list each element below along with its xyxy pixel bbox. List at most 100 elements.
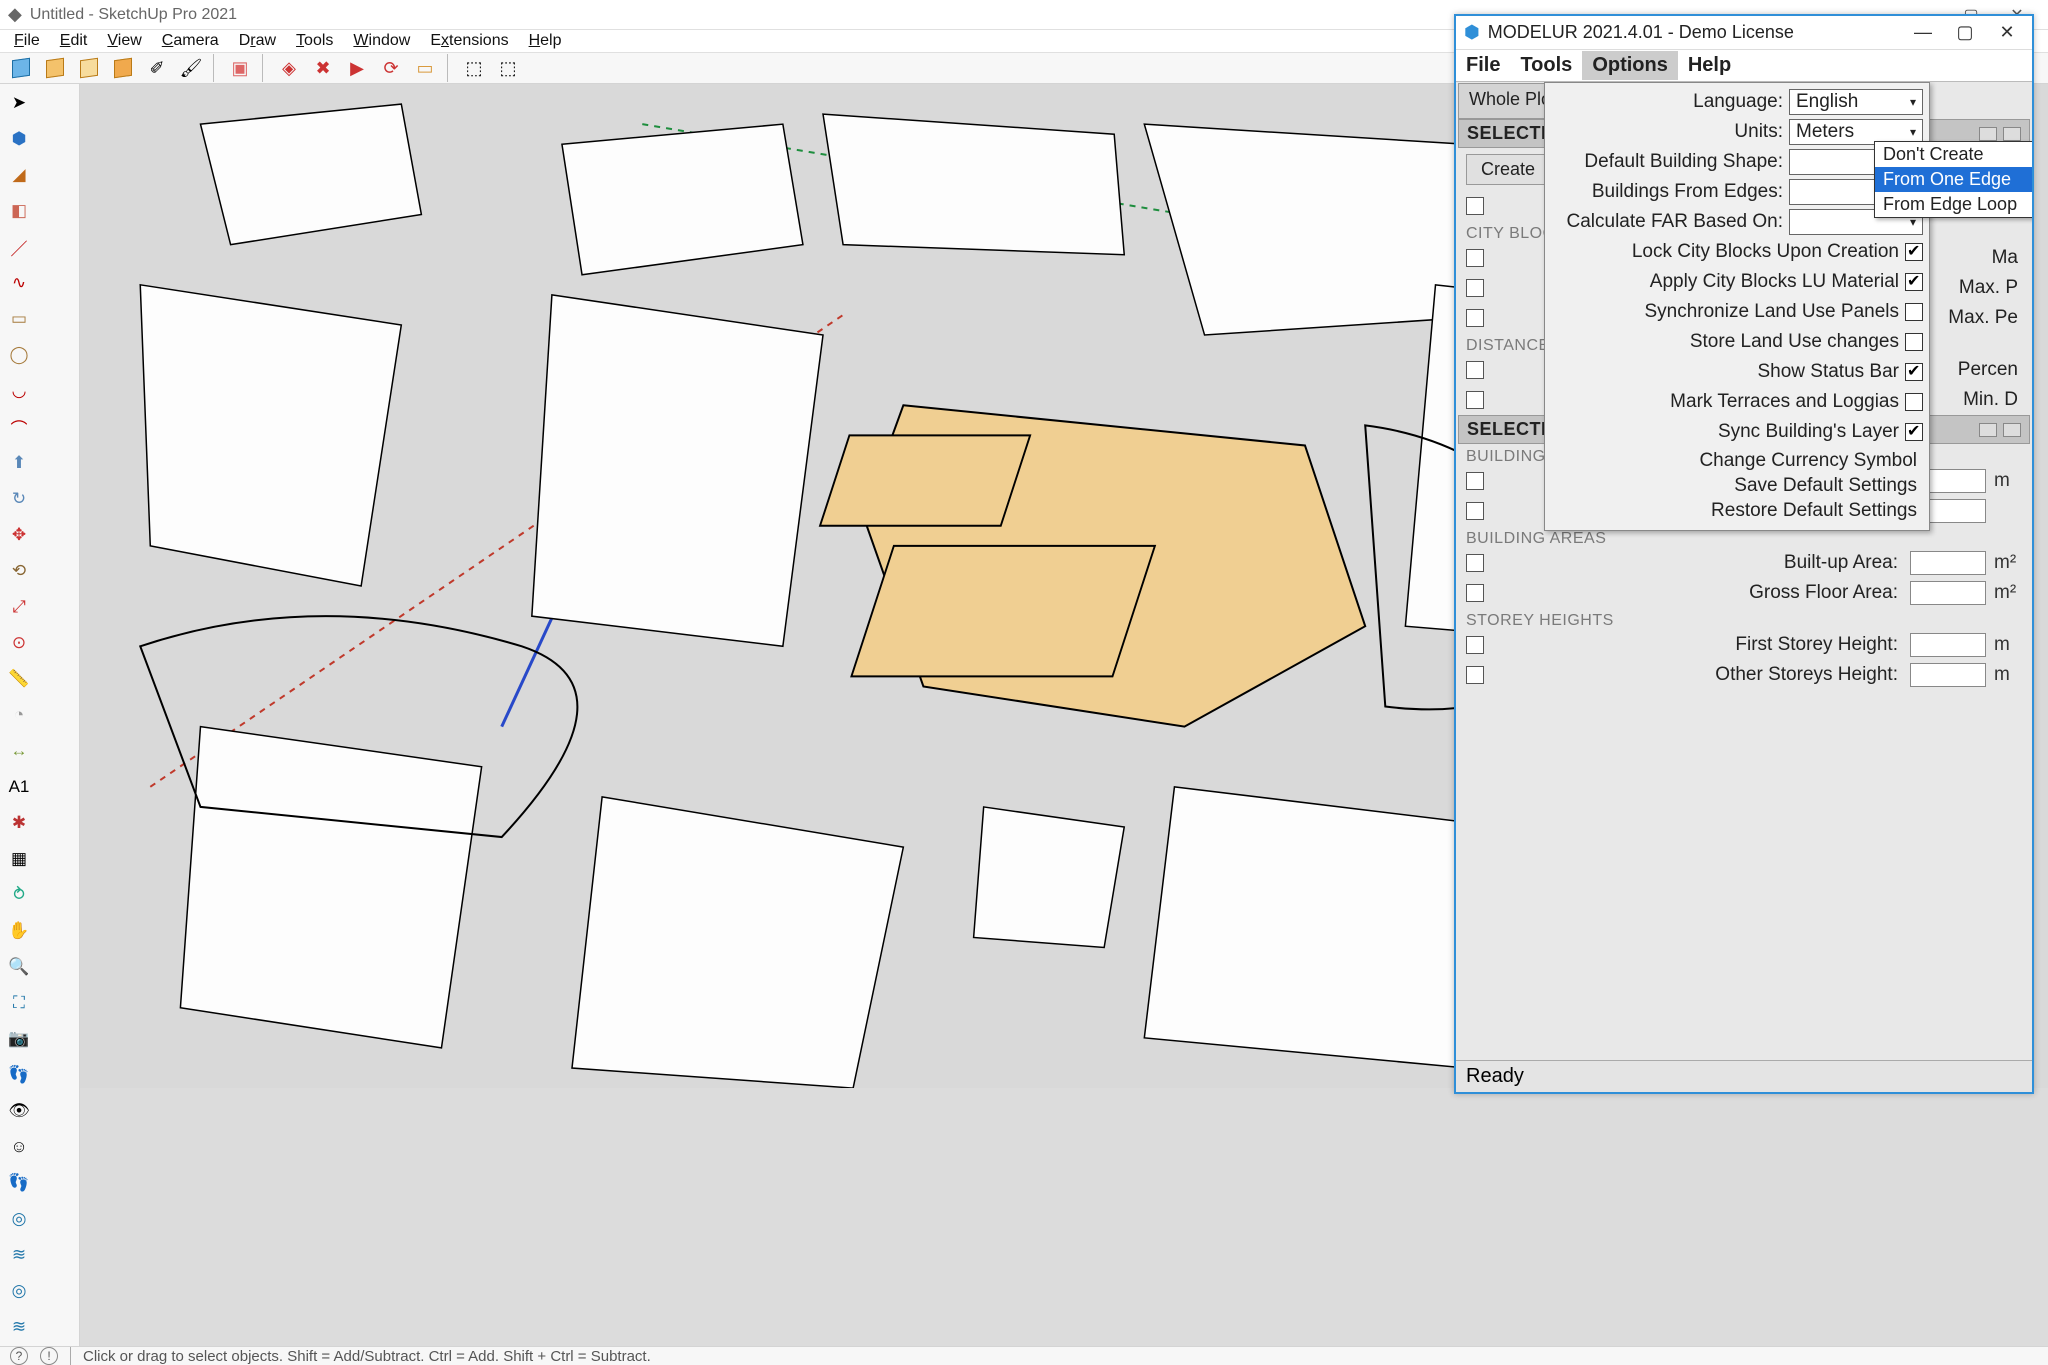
tool-look-icon[interactable]: 👁	[1, 1095, 37, 1127]
opt-synclayer-checkbox[interactable]	[1905, 423, 1923, 441]
toolbar-flag-icon[interactable]: ▶	[342, 53, 372, 83]
opt-markterr-checkbox[interactable]	[1905, 393, 1923, 411]
plugin-minimize-button[interactable]: —	[1906, 21, 1940, 45]
opt-save-defaults[interactable]: Save Default Settings	[1551, 472, 1923, 497]
tool-dimension-icon[interactable]: ↔	[1, 735, 37, 767]
tool-move-icon[interactable]: ✥	[1, 519, 37, 551]
menu-window[interactable]: Window	[345, 30, 418, 52]
input-gfa[interactable]	[1910, 581, 1986, 605]
tool-freehand-icon[interactable]: ∿	[1, 267, 37, 299]
opt-change-currency[interactable]: Change Currency Symbol	[1551, 447, 1923, 472]
menu-extensions[interactable]: Extensions	[422, 30, 516, 52]
tool-text-icon[interactable]: A1	[1, 771, 37, 803]
checkbox-gfa[interactable]	[1466, 584, 1484, 602]
menu-tools[interactable]: Tools	[288, 30, 341, 52]
plugin-menu-file[interactable]: File	[1456, 51, 1510, 80]
plugin-close-button[interactable]: ✕	[1990, 21, 2024, 45]
dd-item-from-one-edge[interactable]: From One Edge	[1875, 167, 2032, 192]
menu-view[interactable]: View	[99, 30, 149, 52]
tool-zoom-icon[interactable]: 🔍	[1, 951, 37, 983]
menu-camera[interactable]: Camera	[154, 30, 227, 52]
tool-eraser-icon[interactable]: ◧	[1, 195, 37, 227]
tool-axes-icon[interactable]: ✱	[1, 807, 37, 839]
toolbar-modelur-icon[interactable]	[6, 53, 36, 83]
checkbox-max1[interactable]	[1466, 249, 1484, 267]
checkbox-max2[interactable]	[1466, 279, 1484, 297]
toolbar-cube1[interactable]	[40, 53, 70, 83]
checkbox-percen[interactable]	[1466, 361, 1484, 379]
checkbox-firststorey[interactable]	[1466, 636, 1484, 654]
tool-component-icon[interactable]: ⬢	[1, 123, 37, 155]
toolbar-ext2-icon[interactable]: ⬚	[493, 53, 523, 83]
status-icon2[interactable]: !	[40, 1347, 58, 1365]
tool-orbit-icon[interactable]: ⥁	[1, 879, 37, 911]
tool-pushpull-icon[interactable]: ⬆	[1, 447, 37, 479]
tool-select-icon[interactable]: ➤	[1, 87, 37, 119]
tool-person-icon[interactable]: ☺	[1, 1131, 37, 1163]
plugin-menu-help[interactable]: Help	[1678, 51, 1741, 80]
tool-wave2-icon[interactable]: ≋	[1, 1311, 37, 1343]
plugin-menu-options[interactable]: Options	[1582, 51, 1678, 80]
menu-help[interactable]: Help	[521, 30, 570, 52]
section2-collapse-icon[interactable]	[1979, 423, 1997, 437]
checkbox-otherstorey[interactable]	[1466, 666, 1484, 684]
tool-pan-icon[interactable]: ✋	[1, 915, 37, 947]
opt-applylu-checkbox[interactable]	[1905, 273, 1923, 291]
opt-restore-defaults[interactable]: Restore Default Settings	[1551, 497, 1923, 522]
menu-edit[interactable]: Edit	[52, 30, 96, 52]
toolbar-brush-icon[interactable]: 🖌	[176, 53, 206, 83]
checkbox-mind[interactable]	[1466, 391, 1484, 409]
checkbox-storeys[interactable]	[1466, 502, 1484, 520]
tool-zoomext-icon[interactable]: ⛶	[1, 987, 37, 1019]
tool-followme-icon[interactable]: ↻	[1, 483, 37, 515]
checkbox-max3[interactable]	[1466, 309, 1484, 327]
menu-draw[interactable]: Draw	[231, 30, 284, 52]
opt-showstatus-checkbox[interactable]	[1905, 363, 1923, 381]
status-icon1[interactable]: ?	[10, 1347, 28, 1365]
plugin-menu-tools[interactable]: Tools	[1510, 51, 1582, 80]
section-collapse-icon[interactable]	[1979, 127, 1997, 141]
input-firststorey[interactable]	[1910, 633, 1986, 657]
tool-arc-icon[interactable]: ◡	[1, 375, 37, 407]
toolbar-book-icon[interactable]: ▭	[410, 53, 440, 83]
tool-rectangle-icon[interactable]: ▭	[1, 303, 37, 335]
tool-offset-icon[interactable]: ⊙	[1, 627, 37, 659]
section2-collapse2-icon[interactable]	[2003, 423, 2021, 437]
dd-item-dont-create[interactable]: Don't Create	[1875, 142, 2032, 167]
tool-feet-icon[interactable]: 👣	[1, 1167, 37, 1199]
toolbar-diamond-icon[interactable]: ◈	[274, 53, 304, 83]
tool-circle-icon[interactable]: ◯	[1, 339, 37, 371]
opt-lock-checkbox[interactable]	[1905, 243, 1923, 261]
toolbar-cube2[interactable]	[74, 53, 104, 83]
toolbar-blocks-icon[interactable]: ▣	[225, 53, 255, 83]
section-collapse2-icon[interactable]	[2003, 127, 2021, 141]
tool-section-icon[interactable]: ▦	[1, 843, 37, 875]
toolbar-ext1-icon[interactable]: ⬚	[459, 53, 489, 83]
opt-syncpanels-checkbox[interactable]	[1905, 303, 1923, 321]
tool-ext-icon[interactable]: ◎	[1, 1275, 37, 1307]
menu-file[interactable]: File	[6, 30, 48, 52]
checkbox-builtup[interactable]	[1466, 554, 1484, 572]
checkbox-cityblock[interactable]	[1466, 197, 1484, 215]
checkbox-bheight[interactable]	[1466, 472, 1484, 490]
toolbar-eyedropper-icon[interactable]: ✐	[142, 53, 172, 83]
tool-paint-icon[interactable]: ◢	[1, 159, 37, 191]
toolbar-refresh-icon[interactable]: ⟳	[376, 53, 406, 83]
dd-item-from-edge-loop[interactable]: From Edge Loop	[1875, 192, 2032, 217]
tool-walk-icon[interactable]: 👣	[1, 1059, 37, 1091]
plugin-maximize-button[interactable]: ▢	[1948, 21, 1982, 45]
opt-storelu-checkbox[interactable]	[1905, 333, 1923, 351]
tool-wave-icon[interactable]: ≋	[1, 1239, 37, 1271]
toolbar-x-icon[interactable]: ✖	[308, 53, 338, 83]
tool-arc2-icon[interactable]: ⌒	[1, 411, 37, 443]
tool-camera-icon[interactable]: 📷	[1, 1023, 37, 1055]
opt-language-select[interactable]: English▾	[1789, 89, 1923, 115]
input-otherstorey[interactable]	[1910, 663, 1986, 687]
tool-3dw-icon[interactable]: ◎	[1, 1203, 37, 1235]
tool-line-icon[interactable]: ／	[1, 231, 37, 263]
input-builtup[interactable]	[1910, 551, 1986, 575]
toolbar-cube3[interactable]	[108, 53, 138, 83]
tool-rotate-icon[interactable]: ⟲	[1, 555, 37, 587]
tool-tape-icon[interactable]: 📏	[1, 663, 37, 695]
tool-scale-icon[interactable]: ⤢	[1, 591, 37, 623]
